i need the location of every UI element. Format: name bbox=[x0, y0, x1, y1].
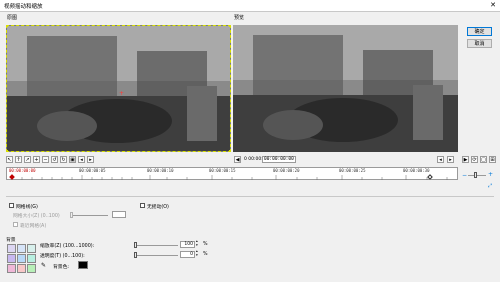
opacity-unit: % bbox=[203, 252, 208, 257]
position-swatch-top-left[interactable] bbox=[7, 244, 16, 253]
snap-grid-label: 靠近网格(A) bbox=[20, 224, 47, 229]
opacity-spin-icon[interactable]: ▾ bbox=[196, 253, 198, 257]
zoom-rate-label: 缩放率(Z) (100...1000): bbox=[40, 244, 95, 249]
center-marker-icon[interactable]: + bbox=[119, 90, 124, 97]
position-swatch-center[interactable] bbox=[17, 254, 26, 263]
position-swatch-mid-left[interactable] bbox=[7, 254, 16, 263]
grid-size-label: 网格大小(Z) (0..100) bbox=[13, 214, 60, 219]
timecode-display[interactable]: 00:00:00:00 bbox=[262, 156, 296, 163]
resize-handle-icon[interactable] bbox=[229, 150, 230, 151]
background-color-swatch[interactable] bbox=[78, 261, 88, 269]
original-label: 原图 bbox=[7, 15, 18, 21]
timeline-ticks bbox=[11, 175, 448, 180]
view-icon[interactable]: ⊞ bbox=[489, 156, 496, 163]
resize-handle-icon[interactable] bbox=[229, 26, 230, 27]
grid-checkbox-label: 网格线(G) bbox=[16, 205, 38, 210]
position-swatch-bottom-center[interactable] bbox=[17, 264, 26, 273]
play-button[interactable]: ▶ bbox=[462, 156, 469, 163]
grid-size-thumb[interactable] bbox=[70, 212, 73, 218]
zoom-rate-input[interactable]: 100 bbox=[180, 241, 195, 248]
prev-frame-button[interactable]: ◀ bbox=[234, 156, 241, 163]
rotate-left-icon[interactable]: ↺ bbox=[51, 156, 58, 163]
zoom-in-icon[interactable]: + bbox=[33, 156, 40, 163]
separator bbox=[6, 196, 494, 197]
zoom-rate-thumb[interactable] bbox=[134, 242, 137, 248]
rotate-right-icon[interactable]: ↻ bbox=[60, 156, 67, 163]
zoom-out-timeline-icon[interactable]: − bbox=[462, 172, 467, 179]
fit-timeline-icon[interactable]: ⤢ bbox=[488, 183, 492, 189]
window-title: 视频摇动和缩放 bbox=[4, 4, 43, 10]
eyedropper-icon[interactable]: ✎ bbox=[41, 262, 46, 269]
move-left-icon[interactable]: ↖ bbox=[6, 156, 13, 163]
position-swatch-bottom-left[interactable] bbox=[7, 264, 16, 273]
preview-image bbox=[233, 25, 458, 152]
position-swatch-bottom-right[interactable] bbox=[27, 264, 36, 273]
resize-handle-icon[interactable] bbox=[7, 26, 8, 27]
zoom-out-icon[interactable]: − bbox=[42, 156, 49, 163]
zoom-rate-track[interactable] bbox=[134, 245, 178, 246]
timeline-zoom-thumb[interactable] bbox=[474, 172, 477, 178]
arrow-right-icon[interactable]: ▸ bbox=[87, 156, 94, 163]
opacity-input[interactable]: 0 bbox=[180, 251, 195, 258]
original-photo bbox=[7, 26, 230, 151]
opacity-label: 透明度(T) (0...100): bbox=[40, 254, 85, 259]
timeline-zoom-track[interactable] bbox=[468, 175, 486, 176]
position-swatch-top-center[interactable] bbox=[17, 244, 26, 253]
arrow-left-icon[interactable]: ◂ bbox=[78, 156, 85, 163]
timeline-ruler[interactable]: 00:00:00:00 00:00:00:05 00:00:00:10 00:0… bbox=[6, 167, 458, 180]
position-swatch-mid-right[interactable] bbox=[27, 254, 36, 263]
ok-button[interactable]: 确定 bbox=[467, 27, 492, 36]
zoom-rate-spin-icon[interactable]: ▾ bbox=[196, 243, 198, 247]
snap-grid-checkbox[interactable] bbox=[13, 222, 18, 227]
go-end-button[interactable]: ▸ bbox=[447, 156, 454, 163]
title-bar: 视频摇动和缩放 ✕ bbox=[0, 0, 500, 12]
cancel-button[interactable]: 取消 bbox=[467, 39, 492, 48]
close-icon[interactable]: ✕ bbox=[490, 1, 496, 9]
zoom-in-timeline-icon[interactable]: + bbox=[488, 171, 493, 178]
zoom-rate-unit: % bbox=[203, 242, 208, 247]
preview-photo bbox=[233, 25, 458, 152]
edit-toolbar: ↖ ↑ ↗ + − ↺ ↻ ▣ ◂ ▸ bbox=[6, 156, 126, 164]
original-image[interactable]: + bbox=[6, 25, 231, 152]
background-color-label: 背景色: bbox=[53, 265, 70, 270]
grid-checkbox[interactable] bbox=[9, 203, 14, 208]
move-right-icon[interactable]: ↗ bbox=[24, 156, 31, 163]
resize-handle-icon[interactable] bbox=[7, 150, 8, 151]
grid-size-input[interactable] bbox=[112, 211, 126, 218]
snapshot-icon[interactable]: ▢ bbox=[480, 156, 487, 163]
no-pan-checkbox-label: 无摇动(O) bbox=[147, 205, 169, 210]
move-up-icon[interactable]: ↑ bbox=[15, 156, 22, 163]
background-position-grid bbox=[7, 244, 37, 274]
position-swatch-top-right[interactable] bbox=[27, 244, 36, 253]
fit-icon[interactable]: ▣ bbox=[69, 156, 76, 163]
no-pan-checkbox[interactable] bbox=[140, 203, 145, 208]
opacity-thumb[interactable] bbox=[134, 252, 137, 258]
opacity-track[interactable] bbox=[134, 255, 178, 256]
preview-label: 预览 bbox=[234, 15, 245, 21]
background-section-label: 背景 bbox=[6, 238, 16, 243]
go-start-button[interactable]: ◂ bbox=[437, 156, 444, 163]
loop-icon[interactable]: ⟳ bbox=[471, 156, 478, 163]
grid-size-track[interactable] bbox=[70, 215, 108, 216]
